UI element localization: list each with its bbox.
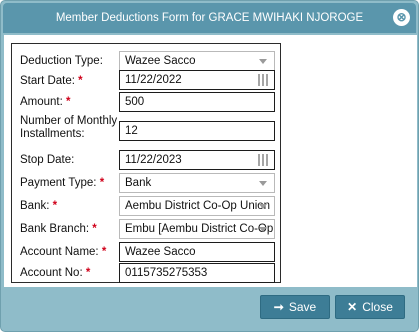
save-button-label: Save <box>288 300 317 314</box>
chevron-down-icon <box>259 204 267 209</box>
calendar-icon[interactable] <box>258 154 270 166</box>
required-marker: * <box>78 75 83 87</box>
bank-select[interactable]: Aembu District Co-Op Union <box>119 196 275 216</box>
amount-value: 500 <box>125 96 145 108</box>
member-deductions-dialog: Member Deductions Form for GRACE MWIHAKI… <box>0 0 419 332</box>
payment-type-value: Bank <box>125 177 152 189</box>
required-marker: * <box>101 246 107 258</box>
amount-label: Amount: * <box>20 96 71 108</box>
deduction-type-label: Deduction Type: <box>20 55 103 67</box>
stop-date-field[interactable]: 11/22/2023 <box>119 150 275 170</box>
required-marker: * <box>92 223 97 235</box>
close-icon[interactable]: ⊗ <box>393 9 410 26</box>
close-button[interactable]: ✕ Close <box>335 295 405 319</box>
start-date-label: Start Date: * <box>20 75 83 87</box>
amount-field[interactable]: 500 <box>119 92 275 112</box>
bank-branch-label: Bank Branch: * <box>20 223 97 235</box>
calendar-icon[interactable] <box>258 74 270 86</box>
chevron-down-icon <box>259 227 267 232</box>
account-no-label: Account No: * <box>20 267 91 279</box>
deduction-type-value: Wazee Sacco <box>125 55 196 67</box>
installments-label: Number of Monthly Installments: <box>20 115 118 140</box>
bank-value: Aembu District Co-Op Union <box>125 200 271 212</box>
account-name-field[interactable]: Wazee Sacco <box>119 242 275 262</box>
account-no-field[interactable]: 0115735275353 <box>119 263 275 283</box>
payment-type-label: Payment Type: * <box>20 177 105 189</box>
start-date-value: 11/22/2022 <box>125 74 182 86</box>
bank-label: Bank: * <box>20 200 58 212</box>
bank-branch-value: Embu [Aembu District Co-Op <box>125 223 274 235</box>
installments-value: 12 <box>125 125 138 137</box>
save-button[interactable]: ➞ Save <box>260 295 330 319</box>
bank-branch-select[interactable]: Embu [Aembu District Co-Op <box>119 219 275 239</box>
account-name-label: Account Name: * <box>20 246 107 258</box>
required-marker: * <box>52 200 58 212</box>
required-marker: * <box>66 96 71 108</box>
account-name-value: Wazee Sacco <box>125 246 196 258</box>
login-arrow-icon: ➞ <box>273 300 284 314</box>
dialog-body: Deduction Type: Wazee Sacco Start Date: … <box>4 35 417 287</box>
dialog-footer: ➞ Save ✕ Close <box>1 289 418 329</box>
dialog-titlebar: Member Deductions Form for GRACE MWIHAKI… <box>3 3 416 33</box>
required-marker: * <box>99 177 105 189</box>
account-no-value: 0115735275353 <box>125 267 208 279</box>
chevron-down-icon <box>259 181 267 186</box>
start-date-field[interactable]: 11/22/2022 <box>119 70 275 90</box>
payment-type-select[interactable]: Bank <box>119 173 275 193</box>
deduction-type-select[interactable]: Wazee Sacco <box>119 51 275 71</box>
installments-field[interactable]: 12 <box>119 121 275 141</box>
chevron-down-icon <box>259 59 267 64</box>
x-icon: ✕ <box>347 300 358 314</box>
dialog-title: Member Deductions Form for GRACE MWIHAKI… <box>55 12 364 24</box>
stop-date-value: 11/22/2023 <box>125 154 182 166</box>
close-button-label: Close <box>362 300 393 314</box>
required-marker: * <box>85 267 91 279</box>
stop-date-label: Stop Date: <box>20 154 75 166</box>
